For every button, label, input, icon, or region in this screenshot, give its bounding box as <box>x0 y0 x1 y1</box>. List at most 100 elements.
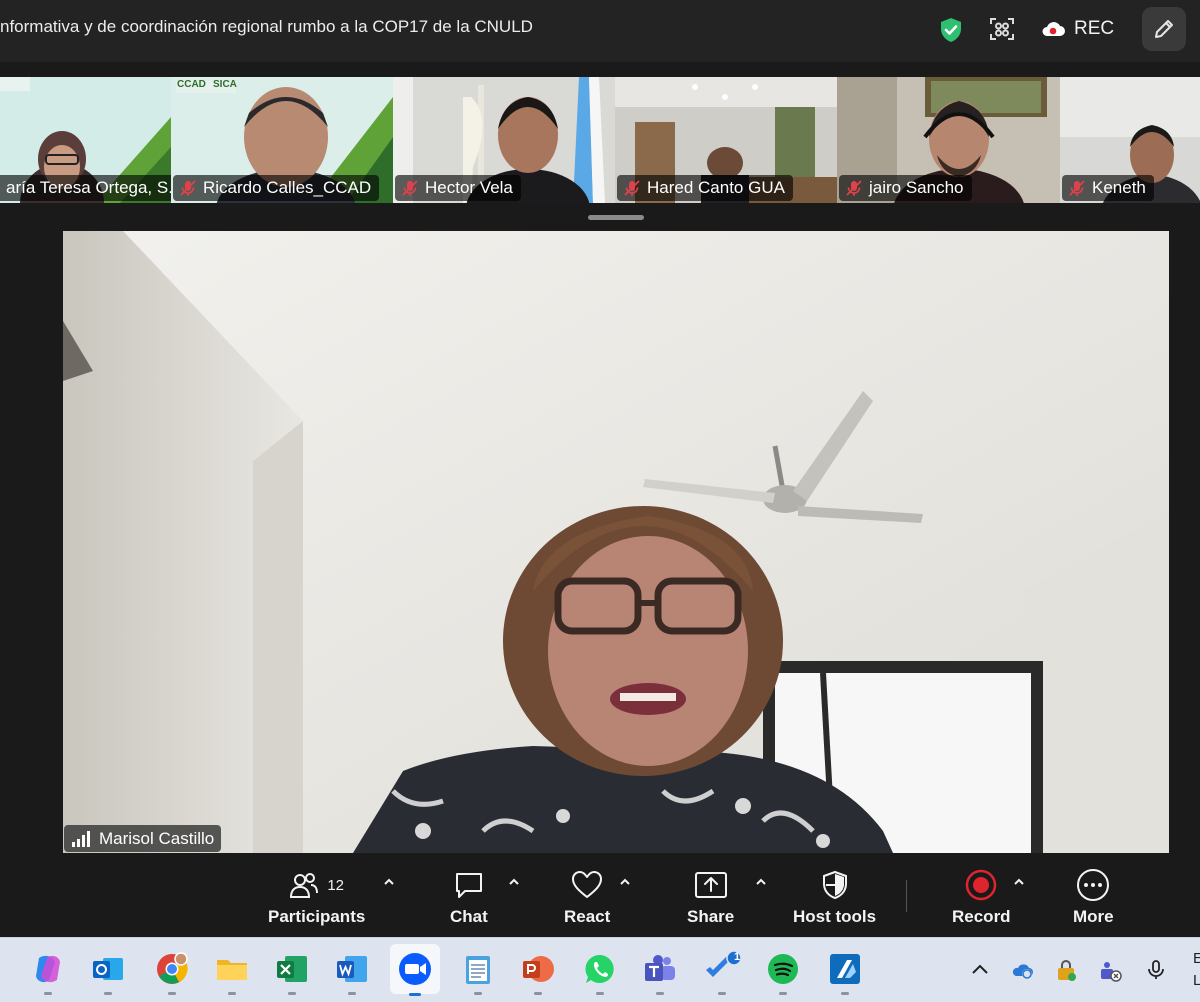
pen-icon <box>1155 20 1173 38</box>
participant-tile[interactable]: jairo Sancho <box>837 77 1060 203</box>
chat-icon <box>455 873 482 898</box>
mic-muted-icon <box>1069 180 1085 196</box>
outlook-app-icon[interactable] <box>88 949 128 995</box>
share-options-chevron-icon[interactable] <box>754 875 768 889</box>
participants-button[interactable]: 12 Participants <box>268 865 365 927</box>
host-tools-shield-icon <box>822 870 847 900</box>
cloud-recording-indicator[interactable]: REC <box>1040 14 1114 44</box>
record-label: Record <box>952 907 1011 926</box>
participant-nameplate: Ricardo Calles_CCAD <box>173 175 380 201</box>
copilot-app-icon[interactable] <box>28 949 68 995</box>
teams-app-icon[interactable] <box>640 949 680 995</box>
participant-nameplate: jairo Sancho <box>839 175 972 201</box>
sica-logo: SICA <box>213 79 237 90</box>
word-app-icon[interactable] <box>332 949 372 995</box>
running-indicator <box>474 992 482 995</box>
participant-name: aría Teresa Ortega, S... <box>6 178 171 197</box>
participant-name: Hared Canto GUA <box>647 178 785 197</box>
share-screen-icon <box>694 872 727 898</box>
azure-data-studio-app-icon[interactable] <box>825 949 865 995</box>
clock-line-1: E <box>1193 950 1200 967</box>
speaker-video-feed <box>63 231 1169 853</box>
whatsapp-app-icon[interactable] <box>580 949 620 995</box>
spotify-app-icon[interactable] <box>763 949 803 995</box>
participant-name: Ricardo Calles_CCAD <box>203 178 372 197</box>
todo-badge-count: 1 <box>733 951 741 963</box>
record-button[interactable]: Record <box>952 865 1011 927</box>
more-button[interactable]: More <box>1073 865 1114 927</box>
active-speaker-nameplate: Marisol Castillo <box>64 825 222 852</box>
strip-resize-handle[interactable] <box>588 215 644 220</box>
more-ellipsis-icon <box>1077 869 1110 901</box>
mic-muted-icon <box>180 180 196 196</box>
security-shield-icon[interactable] <box>937 16 965 44</box>
react-button[interactable]: React <box>564 865 610 927</box>
toolbar-divider <box>906 880 907 912</box>
show-hidden-icons-chevron-icon[interactable] <box>968 958 992 982</box>
onedrive-icon[interactable] <box>1010 958 1034 982</box>
running-indicator <box>718 992 726 995</box>
mic-muted-icon <box>402 180 418 196</box>
running-indicator <box>656 992 664 995</box>
layout-icon[interactable] <box>987 14 1017 44</box>
participant-name: jairo Sancho <box>869 178 964 197</box>
more-label: More <box>1073 907 1114 926</box>
ccad-logo: CCAD <box>177 79 206 90</box>
chat-button[interactable]: Chat <box>450 865 488 927</box>
running-indicator <box>168 992 176 995</box>
participants-icon <box>290 873 319 898</box>
todo-app-icon[interactable]: 1 <box>702 949 742 995</box>
microphone-icon[interactable] <box>1144 958 1168 982</box>
file-explorer-app-icon[interactable] <box>212 949 252 995</box>
participant-tile[interactable]: aría Teresa Ortega, S... <box>0 77 171 203</box>
powerpoint-app-icon[interactable] <box>518 949 558 995</box>
heart-icon <box>572 871 603 898</box>
running-indicator <box>409 993 421 996</box>
participant-tile[interactable]: Hared Canto GUA <box>615 77 837 203</box>
mic-muted-icon <box>624 180 640 196</box>
running-indicator <box>348 992 356 995</box>
share-button[interactable]: Share <box>687 865 734 927</box>
chat-label: Chat <box>450 907 488 926</box>
zoom-app-icon[interactable] <box>390 944 440 996</box>
participant-tile[interactable]: Hector Vela <box>393 77 615 203</box>
participant-tile[interactable]: Keneth <box>1060 77 1200 203</box>
title-bar: nformativa y de coordinación regional ru… <box>0 0 1200 62</box>
meeting-controls-toolbar: 12 Participants Chat React Share Host to… <box>0 853 1200 937</box>
running-indicator <box>596 992 604 995</box>
excel-app-icon[interactable] <box>272 949 312 995</box>
participant-tile[interactable]: Ricardo Calles_CCAD CCAD SICA <box>171 77 393 203</box>
clock-line-2: L <box>1193 972 1200 989</box>
running-indicator <box>104 992 112 995</box>
running-indicator <box>44 992 52 995</box>
notepad-app-icon[interactable] <box>458 949 498 995</box>
active-speaker-name: Marisol Castillo <box>99 828 215 848</box>
host-tools-label: Host tools <box>793 907 877 926</box>
running-indicator <box>534 992 542 995</box>
active-speaker-video[interactable] <box>63 231 1169 853</box>
participants-options-chevron-icon[interactable] <box>382 875 396 889</box>
rec-label: REC <box>1074 18 1115 39</box>
participant-nameplate: Hector Vela <box>395 175 521 201</box>
react-options-chevron-icon[interactable] <box>618 875 632 889</box>
share-label: Share <box>687 907 735 926</box>
chrome-app-icon[interactable] <box>152 949 192 995</box>
teams-status-icon[interactable] <box>1098 958 1122 982</box>
participant-nameplate: Keneth <box>1062 175 1154 201</box>
participant-strip: aría Teresa Ortega, S... Ricardo Calles_… <box>0 77 1200 203</box>
annotate-pen-button[interactable] <box>1142 7 1186 51</box>
meeting-title: nformativa y de coordinación regional ru… <box>0 17 533 36</box>
participants-count: 12 <box>327 876 344 894</box>
running-indicator <box>288 992 296 995</box>
clock-clipped: E L <box>1193 948 1200 992</box>
vpn-lock-icon[interactable] <box>1054 958 1078 982</box>
zoom-meeting-window: nformativa y de coordinación regional ru… <box>0 0 1200 1002</box>
mic-muted-icon <box>846 180 862 196</box>
record-icon <box>966 869 997 901</box>
record-options-chevron-icon[interactable] <box>1012 875 1026 889</box>
host-tools-button[interactable]: Host tools <box>793 865 876 927</box>
signal-strength-icon <box>72 830 90 847</box>
participants-label: Participants <box>268 907 366 926</box>
chat-options-chevron-icon[interactable] <box>507 875 521 889</box>
running-indicator <box>779 992 787 995</box>
